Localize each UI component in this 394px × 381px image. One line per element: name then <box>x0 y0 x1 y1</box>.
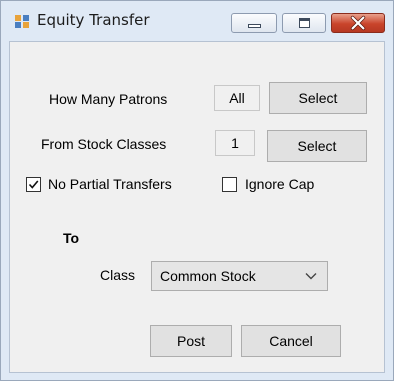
title-bar[interactable]: Equity Transfer <box>1 1 393 41</box>
class-label: Class <box>100 267 136 283</box>
patrons-value-field: All <box>214 85 260 111</box>
close-button[interactable] <box>331 13 385 33</box>
ignore-cap-checkbox[interactable] <box>222 177 237 192</box>
checkmark-icon <box>28 180 39 189</box>
chevron-down-icon <box>305 273 317 280</box>
patrons-label: How Many Patrons <box>49 91 168 107</box>
cancel-button[interactable]: Cancel <box>241 325 341 357</box>
window-app-icon <box>15 15 29 28</box>
form-panel: How Many Patrons All Select From Stock C… <box>9 41 385 373</box>
maximize-icon <box>299 18 310 28</box>
no-partial-transfers-checkbox[interactable] <box>26 177 41 192</box>
window-title: Equity Transfer <box>37 11 150 29</box>
patrons-select-button[interactable]: Select <box>269 82 367 114</box>
close-icon <box>350 15 366 31</box>
maximize-button[interactable] <box>282 13 326 33</box>
post-button[interactable]: Post <box>150 325 232 357</box>
class-dropdown[interactable]: Common Stock <box>151 261 328 291</box>
class-dropdown-value: Common Stock <box>160 268 256 284</box>
to-heading: To <box>63 230 80 246</box>
minimize-button[interactable] <box>231 13 277 33</box>
stock-classes-label: From Stock Classes <box>41 136 167 152</box>
stock-classes-value-field: 1 <box>215 130 255 156</box>
no-partial-transfers-label: No Partial Transfers <box>48 176 172 192</box>
equity-transfer-window: Equity Transfer How Many Patrons All Sel… <box>0 0 394 381</box>
stock-classes-select-button[interactable]: Select <box>267 130 367 162</box>
minimize-icon <box>248 24 261 28</box>
ignore-cap-label: Ignore Cap <box>245 176 315 192</box>
